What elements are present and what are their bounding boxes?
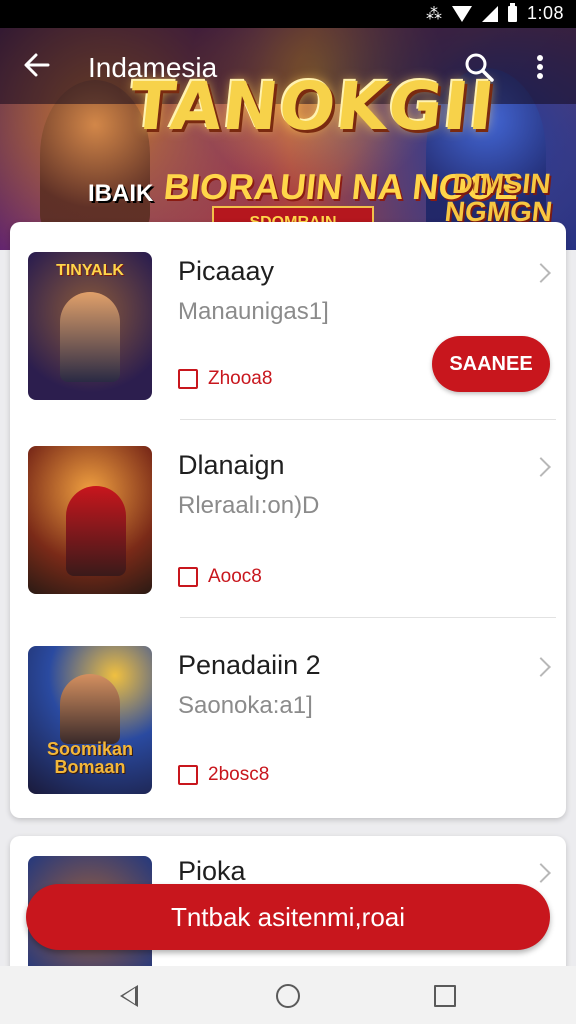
games-list-card: TINYALK Picaaay Manaunigas1] Zhooa8 SAAN… <box>10 222 566 818</box>
signal-icon <box>481 5 498 22</box>
list-item[interactable]: TINYALK Picaaay Manaunigas1] Zhooa8 SAAN… <box>10 222 566 420</box>
item-title: Pioka <box>178 856 246 886</box>
notification-icon: ⁂ <box>425 5 442 23</box>
thumbnail-label: Soomikan Bomaan <box>46 739 134 777</box>
app-toolbar: Indamesia <box>0 28 576 104</box>
item-title: Dlanaign <box>178 450 285 480</box>
chevron-right-icon <box>531 457 551 477</box>
battery-icon <box>507 2 517 22</box>
page-title: Indamesia <box>88 52 218 83</box>
item-tag-text: 2bosc8 <box>208 764 270 785</box>
banner-right-text: DIMSIN NGMGN <box>443 168 554 227</box>
item-title: Picaaay <box>178 256 275 286</box>
item-subtitle: Rleraalı:on)D <box>178 492 320 519</box>
item-subtitle: Saonoka:a1] <box>178 692 313 719</box>
game-thumbnail: Soomikan Bomaan <box>28 646 152 794</box>
save-button[interactable]: SAANEE <box>432 336 550 392</box>
chevron-right-icon <box>531 263 551 283</box>
status-time: 1:08 <box>526 3 564 23</box>
banner-left-text: IBAIK <box>88 180 154 207</box>
search-icon[interactable] <box>462 50 496 84</box>
game-thumbnail: TINYALK <box>28 252 152 400</box>
status-bar: ⁂ 1:08 <box>0 0 576 28</box>
system-nav-bar <box>0 966 576 1024</box>
nav-home-icon[interactable] <box>276 984 300 1008</box>
nav-recent-icon[interactable] <box>434 985 456 1007</box>
item-tag: Zhooa8 <box>178 368 272 390</box>
back-arrow-icon[interactable] <box>22 50 52 80</box>
bookmark-icon <box>178 369 198 389</box>
nav-back-icon[interactable] <box>120 985 138 1007</box>
item-tag-text: Aooc8 <box>208 566 262 587</box>
item-tag: 2bosc8 <box>178 764 269 786</box>
thumbnail-label: TINYALK <box>56 262 124 279</box>
item-tag-text: Zhooa8 <box>208 368 273 389</box>
item-subtitle: Manaunigas1] <box>178 298 329 325</box>
bookmark-icon <box>178 765 198 785</box>
bookmark-icon <box>178 567 198 587</box>
status-icons: ⁂ 1:08 <box>425 2 564 24</box>
wifi-icon <box>451 5 472 22</box>
list-item[interactable]: Soomikan Bomaan Penadaiin 2 Saonoka:a1] … <box>10 618 566 818</box>
more-vert-icon[interactable] <box>528 50 552 84</box>
chevron-right-icon <box>531 657 551 677</box>
primary-action-button[interactable]: Tntbak asitenmi,roai <box>26 884 550 950</box>
chevron-right-icon <box>531 863 551 883</box>
item-title: Penadaiin 2 <box>178 650 321 680</box>
game-thumbnail <box>28 446 152 594</box>
list-item[interactable]: Dlanaign Rleraalı:on)D Aooc8 <box>10 420 566 618</box>
item-tag: Aooc8 <box>178 566 262 588</box>
